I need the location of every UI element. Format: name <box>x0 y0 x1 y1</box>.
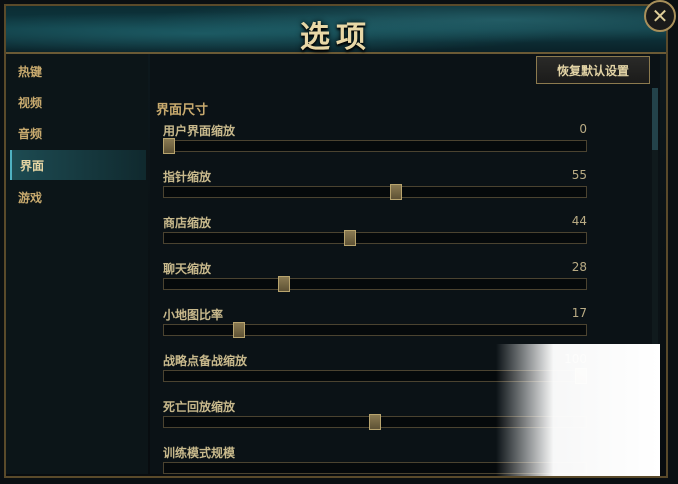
sidebar-item-hotkeys[interactable]: 热键 <box>10 56 146 86</box>
sidebar-item-label: 界面 <box>20 158 45 173</box>
slider-thumb[interactable] <box>278 276 291 292</box>
setting-value: 28 <box>571 260 587 274</box>
sidebar-item-audio[interactable]: 音频 <box>10 118 146 148</box>
setting-label: 死亡回放缩放 <box>163 400 236 414</box>
slider-thumb[interactable] <box>163 138 175 154</box>
setting-label: 训练模式规模 <box>163 446 236 460</box>
setting-label: 战略点备战缩放 <box>163 354 248 368</box>
slider-track[interactable] <box>163 140 587 152</box>
sidebar-item-game[interactable]: 游戏 <box>10 182 146 212</box>
slider-track[interactable] <box>163 324 587 336</box>
section-title: 界面尺寸 <box>156 103 209 118</box>
sidebar: 热键 视频 音频 界面 游戏 <box>6 54 148 474</box>
reset-defaults-button[interactable]: 恢复默认设置 <box>536 56 650 84</box>
sidebar-item-label: 音频 <box>18 126 43 141</box>
setting-label: 商店缩放 <box>163 216 212 230</box>
window-title: 选项 <box>300 20 372 55</box>
slider-track[interactable] <box>163 232 587 244</box>
setting-cursor-scale: 指针缩放 55 <box>163 168 587 208</box>
setting-label: 小地图比率 <box>163 308 224 322</box>
sidebar-item-interface[interactable]: 界面 <box>10 150 146 180</box>
slider-track[interactable] <box>163 186 587 198</box>
sidebar-item-label: 热键 <box>18 64 43 79</box>
slider-thumb[interactable] <box>369 414 381 430</box>
sidebar-item-label: 视频 <box>18 95 43 110</box>
setting-ui-scale: 用户界面缩放 0 <box>163 122 587 162</box>
title-bar: 选项 <box>6 6 666 55</box>
setting-value: 17 <box>571 306 587 320</box>
setting-label: 聊天缩放 <box>163 262 212 276</box>
setting-label: 指针缩放 <box>163 170 212 184</box>
slider-track[interactable] <box>163 278 587 290</box>
setting-minimap-scale: 小地图比率 17 <box>163 306 587 346</box>
slider-thumb[interactable] <box>344 230 357 246</box>
setting-value: 55 <box>571 168 587 182</box>
scrollbar-thumb[interactable] <box>652 88 658 150</box>
sidebar-item-label: 游戏 <box>18 190 43 205</box>
close-button[interactable]: ✕ <box>644 0 676 32</box>
sidebar-item-video[interactable]: 视频 <box>10 87 146 117</box>
bottom-right-overlay <box>496 344 660 476</box>
setting-value: 0 <box>579 122 587 136</box>
setting-shop-scale: 商店缩放 44 <box>163 214 587 254</box>
setting-label: 用户界面缩放 <box>163 124 236 138</box>
slider-thumb[interactable] <box>233 322 246 338</box>
setting-chat-scale: 聊天缩放 28 <box>163 260 587 300</box>
setting-value: 44 <box>571 214 587 228</box>
slider-thumb[interactable] <box>389 184 402 200</box>
close-icon: ✕ <box>651 4 669 28</box>
